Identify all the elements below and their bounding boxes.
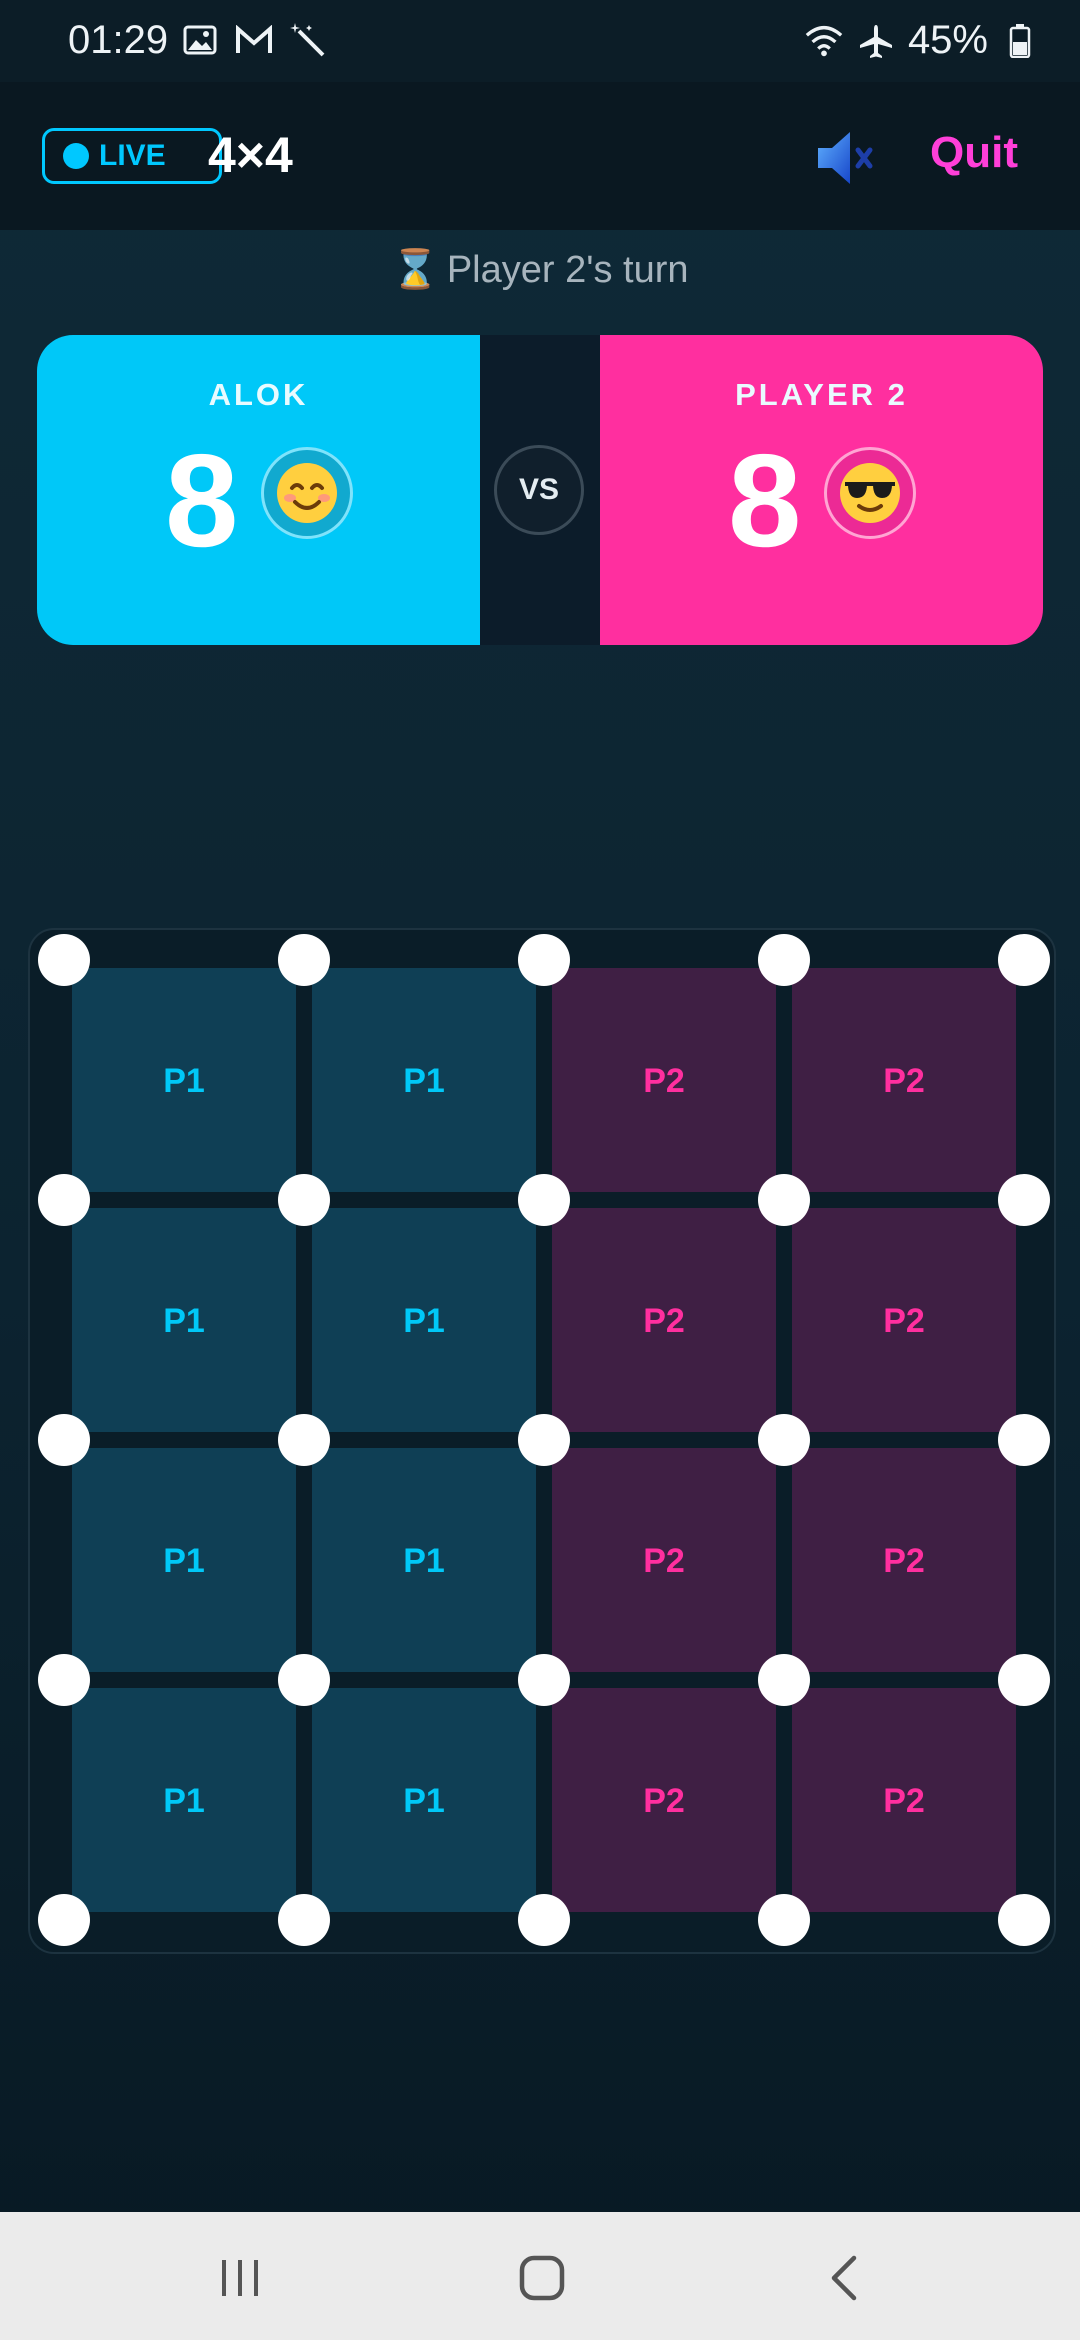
game-board: P1 P1 P2 P2 P1 P1 P2 P2 P1 P1 P2 P2 P1 P1 P2 P2: [28, 928, 1056, 1954]
recent-apps-button[interactable]: [204, 2242, 276, 2314]
box-owner-label: P1: [403, 1542, 445, 1580]
board-canvas: P1 P1 P2 P2 P1 P1 P2 P2 P1 P1 P2 P2 P1 P1 P2 P2: [38, 934, 1050, 1946]
player1-card: ALOK 8: [37, 335, 480, 645]
quit-button[interactable]: Quit: [930, 128, 1018, 178]
grid-dot: [38, 1174, 90, 1226]
score-panel: ALOK 8 VS PLAYER 2 8: [37, 335, 1043, 645]
grid-dot: [758, 1414, 810, 1466]
player1-score: 8: [165, 427, 239, 574]
home-icon: [519, 2255, 565, 2301]
status-time: 01:29: [68, 18, 169, 62]
box-owner-label: P1: [403, 1782, 445, 1820]
grid-dot: [998, 1654, 1050, 1706]
grid-dot: [278, 1174, 330, 1226]
box-owner-label: P2: [883, 1782, 925, 1820]
magic-wand-icon: [288, 20, 328, 60]
grid-dot: [518, 934, 570, 986]
box-owner-label: P1: [403, 1302, 445, 1340]
back-icon: [831, 2255, 857, 2301]
player2-card: PLAYER 2 8: [600, 335, 1043, 645]
grid-dot: [278, 1654, 330, 1706]
grid-dot: [38, 934, 90, 986]
wifi-icon: [804, 21, 844, 61]
box-owner-label: P2: [883, 1302, 925, 1340]
grid-dot: [38, 1894, 90, 1946]
box-owner-label: P1: [163, 1062, 205, 1100]
box-owner-label: P2: [643, 1062, 685, 1100]
image-icon: [180, 20, 220, 60]
grid-dot: [998, 934, 1050, 986]
box-owner-label: P1: [163, 1542, 205, 1580]
home-button[interactable]: [506, 2242, 578, 2314]
grid-dot: [758, 1174, 810, 1226]
system-nav-bar: [0, 2212, 1080, 2340]
player2-avatar: [824, 447, 916, 539]
smiling-face-icon: [277, 463, 337, 523]
grid-dot: [518, 1174, 570, 1226]
box-owner-label: P2: [883, 1542, 925, 1580]
grid-dot: [518, 1414, 570, 1466]
gmail-icon: [234, 20, 274, 60]
box-owner-label: P2: [643, 1782, 685, 1820]
player1-avatar: [261, 447, 353, 539]
box-owner-label: P1: [163, 1782, 205, 1820]
grid-dot: [758, 1894, 810, 1946]
vs-badge: VS: [494, 445, 584, 535]
back-button[interactable]: [808, 2242, 880, 2314]
live-badge: LIVE: [42, 128, 222, 184]
grid-dot: [998, 1174, 1050, 1226]
grid-dot: [758, 1654, 810, 1706]
grid-dot: [998, 1894, 1050, 1946]
box-owner-label: P1: [163, 1302, 205, 1340]
grid-dot: [758, 934, 810, 986]
box-owner-label: P2: [883, 1062, 925, 1100]
box-owner-label: P1: [403, 1062, 445, 1100]
grid-dot: [518, 1654, 570, 1706]
live-label: LIVE: [99, 139, 166, 172]
grid-size-label: 4×4: [208, 127, 293, 183]
airplane-icon: [856, 21, 896, 61]
player2-score: 8: [728, 427, 802, 574]
battery-percent: 45%: [907, 18, 988, 62]
game-header: LIVE 4×4 Quit: [0, 82, 1080, 230]
grid-dot: [278, 1894, 330, 1946]
turn-text: Player 2's turn: [446, 249, 689, 291]
box-owner-label: P2: [643, 1542, 685, 1580]
turn-indicator: ⌛ Player 2's turn: [0, 248, 1080, 292]
battery-icon: [1000, 21, 1040, 61]
player2-name: PLAYER 2: [735, 377, 908, 412]
speaker-muted-icon: [818, 132, 873, 184]
grid-dot: [38, 1654, 90, 1706]
grid-dot: [38, 1414, 90, 1466]
grid-dot: [518, 1894, 570, 1946]
recent-apps-icon: [222, 2260, 258, 2296]
grid-dot: [278, 934, 330, 986]
player1-name: ALOK: [208, 377, 309, 412]
sunglasses-face-icon: [840, 463, 900, 523]
grid-dot: [998, 1414, 1050, 1466]
status-bar: 01:29 45%: [0, 0, 1080, 82]
sound-toggle-button[interactable]: [812, 126, 880, 190]
hourglass-icon: ⌛: [391, 249, 439, 291]
grid-dot: [278, 1414, 330, 1466]
live-dot-icon: [63, 143, 89, 169]
box-owner-label: P2: [643, 1302, 685, 1340]
